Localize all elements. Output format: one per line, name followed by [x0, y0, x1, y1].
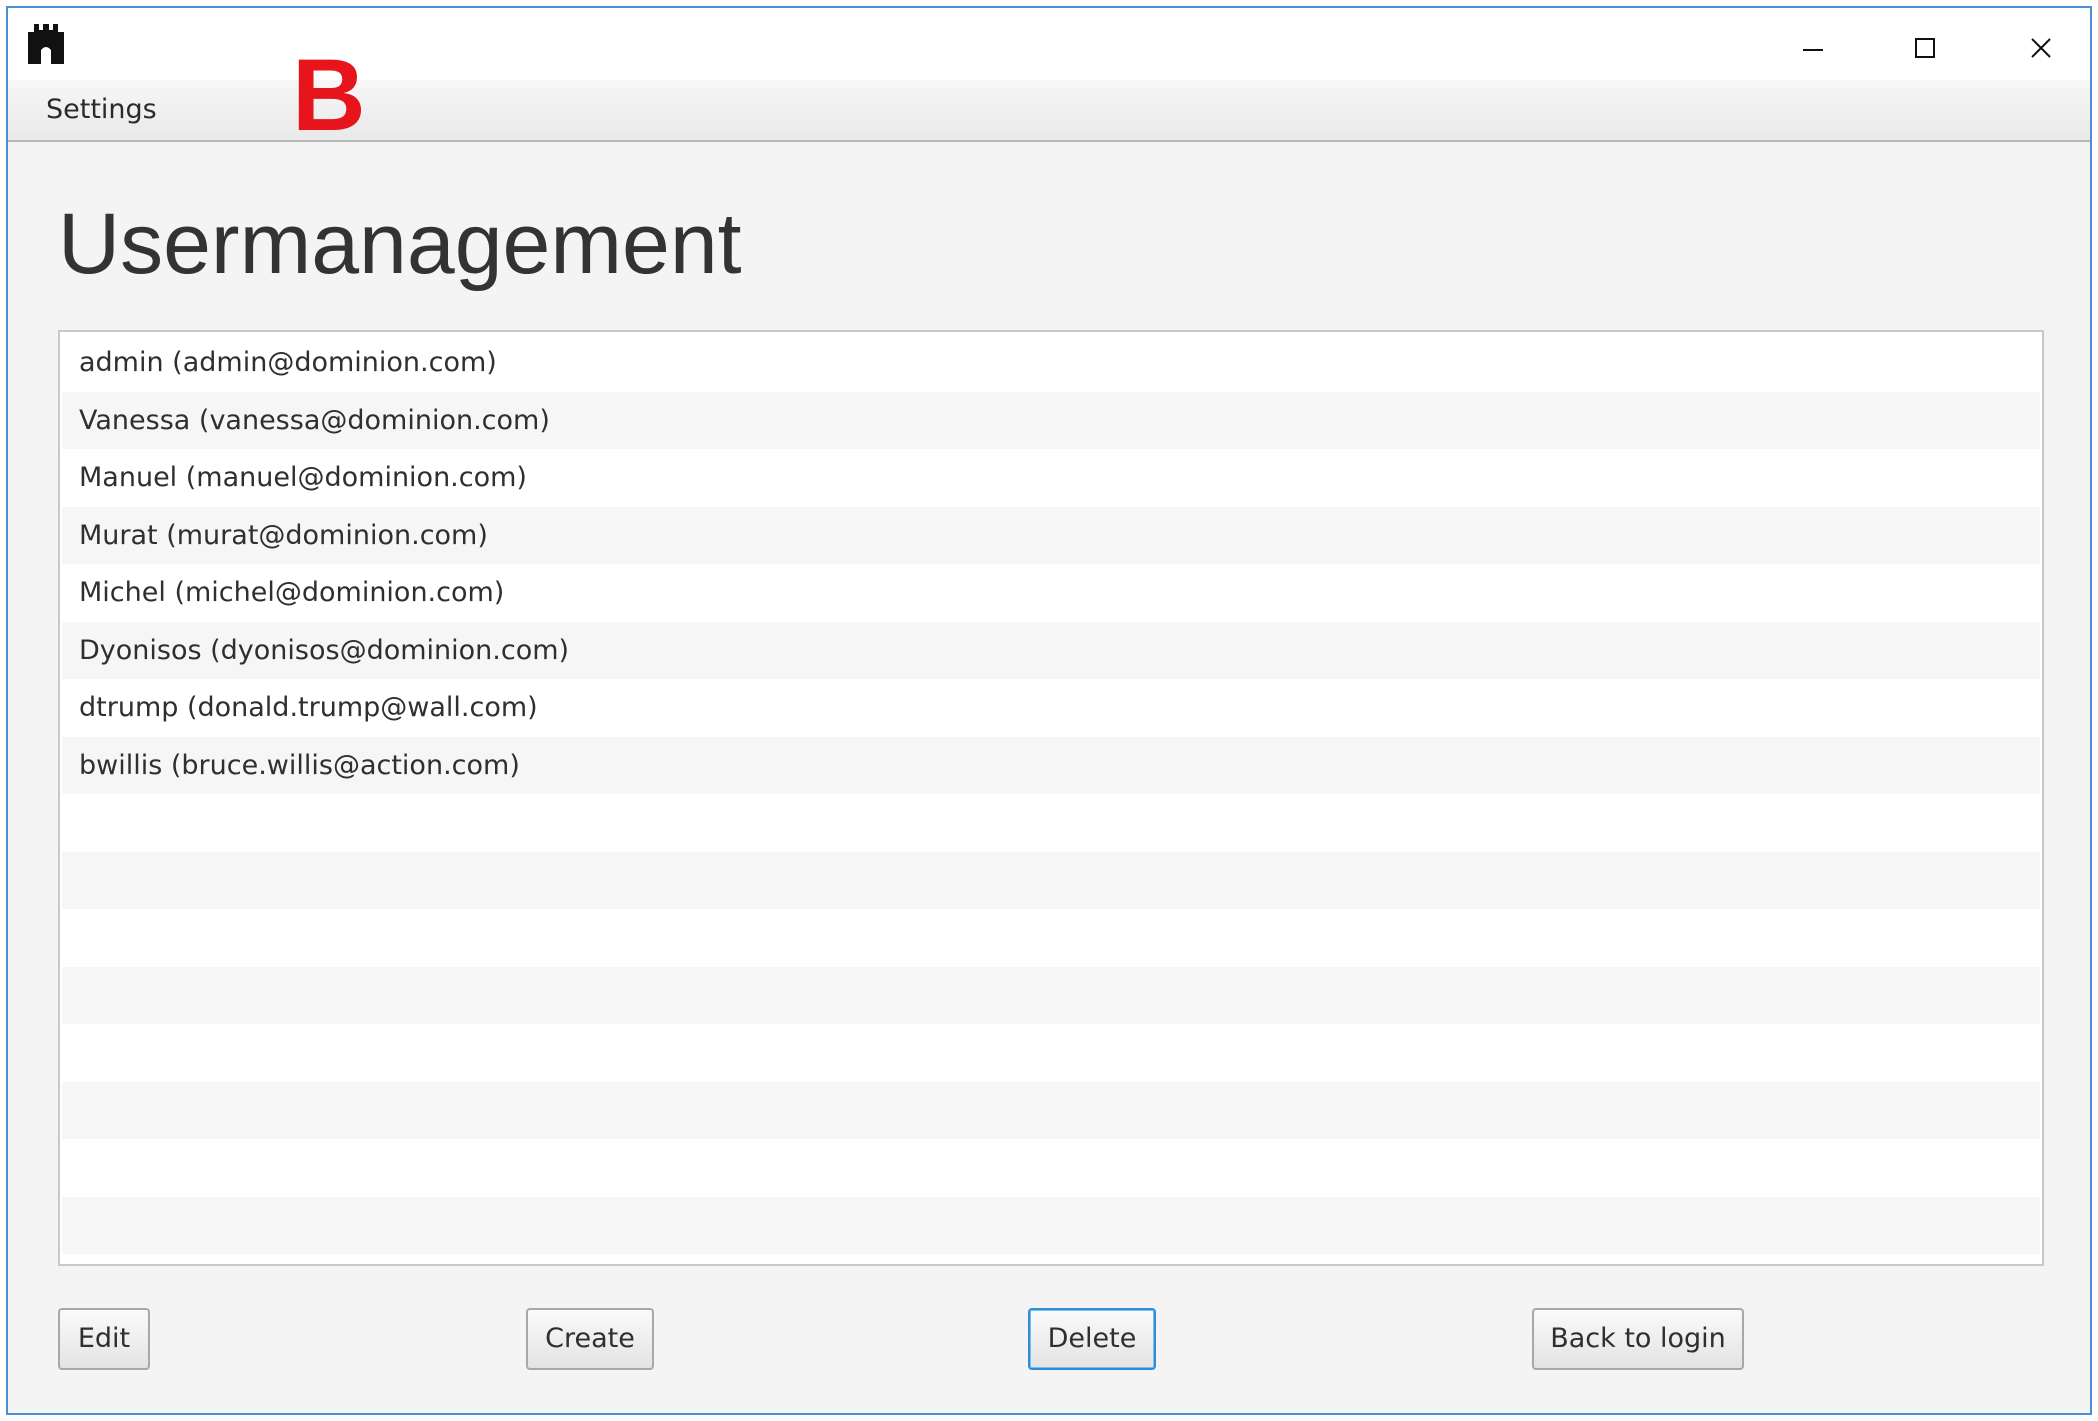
- delete-button[interactable]: Delete: [1028, 1308, 1156, 1370]
- list-item[interactable]: Dyonisos (dyonisos@dominion.com): [62, 621, 2040, 679]
- menu-bar: Settings B: [8, 40, 2090, 150]
- minimize-button[interactable]: [1758, 16, 1868, 80]
- list-item[interactable]: Michel (michel@dominion.com): [62, 564, 2040, 622]
- list-item[interactable]: bwillis (bruce.willis@action.com): [62, 736, 2040, 794]
- create-button[interactable]: Create: [526, 1308, 654, 1370]
- minimize-icon: [1803, 49, 1823, 51]
- edit-button[interactable]: Edit: [58, 1308, 150, 1370]
- close-button[interactable]: [1986, 16, 2096, 80]
- maximize-icon: [1915, 38, 1935, 58]
- user-list[interactable]: admin (admin@dominion.com) Vanessa (vane…: [58, 330, 2044, 1266]
- list-item-empty: [62, 966, 2040, 1024]
- list-item-empty: [62, 1024, 2040, 1082]
- list-item-empty: [62, 851, 2040, 909]
- list-item-empty: [62, 794, 2040, 852]
- close-icon: [2031, 38, 2051, 58]
- list-item[interactable]: admin (admin@dominion.com): [62, 334, 2040, 392]
- list-item-empty: [62, 1196, 2040, 1254]
- page-title: Usermanagement: [58, 196, 742, 292]
- back-to-login-button[interactable]: Back to login: [1532, 1308, 1744, 1370]
- list-item[interactable]: dtrump (donald.trump@wall.com): [62, 679, 2040, 737]
- castle-icon: [26, 22, 66, 66]
- maximize-button[interactable]: [1870, 16, 1980, 80]
- list-item-empty: [62, 1081, 2040, 1139]
- list-item[interactable]: Manuel (manuel@dominion.com): [62, 449, 2040, 507]
- brand-mark: B: [292, 38, 366, 152]
- list-item-empty: [62, 909, 2040, 967]
- list-item[interactable]: Murat (murat@dominion.com): [62, 506, 2040, 564]
- app-window: Settings B Usermanagement admin (admin@d…: [6, 6, 2092, 1415]
- list-item[interactable]: Vanessa (vanessa@dominion.com): [62, 391, 2040, 449]
- menu-settings[interactable]: Settings: [46, 94, 157, 125]
- list-item-empty: [62, 1139, 2040, 1197]
